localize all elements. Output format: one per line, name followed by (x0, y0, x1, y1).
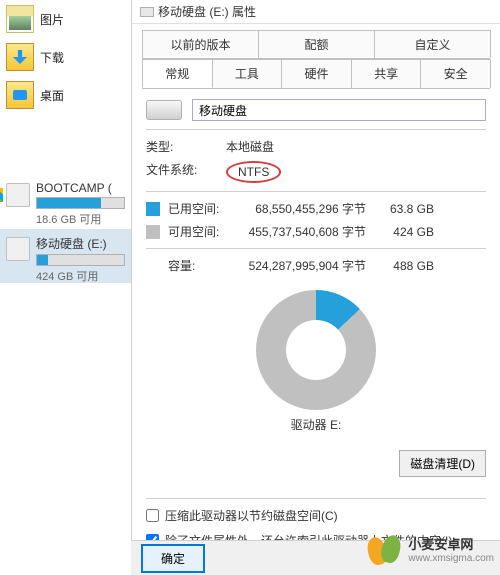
tabs-row-1: 以前的版本 配额 自定义 (142, 30, 490, 59)
watermark: 小麦安卓网 www.xmsigma.com (368, 533, 494, 569)
tab-security[interactable]: 安全 (420, 59, 491, 88)
divider (146, 498, 486, 499)
tab-customize[interactable]: 自定义 (374, 30, 491, 58)
drive-name: 移动硬盘 (E:) (36, 235, 125, 252)
value-free-gb: 424 GB (374, 225, 434, 239)
usage-bar (36, 197, 125, 209)
label-capacity: 容量: (168, 257, 228, 274)
drive-subtext: 18.6 GB 可用 (36, 211, 125, 227)
value-capacity-bytes: 524,287,995,904 字节 (236, 257, 366, 274)
ok-button[interactable]: 确定 (141, 544, 205, 573)
value-capacity-gb: 488 GB (374, 259, 434, 273)
sidebar-item-label: 桌面 (40, 87, 64, 104)
sidebar-item-pictures[interactable]: 图片 (0, 0, 131, 38)
tab-quota[interactable]: 配额 (258, 30, 375, 58)
drive-large-icon (146, 100, 182, 120)
disk-cleanup-button[interactable]: 磁盘清理(D) (399, 450, 486, 477)
drive-icon (6, 183, 30, 207)
drive-item-bootcamp[interactable]: BOOTCAMP ( 18.6 GB 可用 (0, 175, 131, 229)
drive-name-input[interactable] (192, 99, 486, 121)
sidebar-item-label: 下载 (40, 49, 64, 66)
watermark-url: www.xmsigma.com (408, 553, 494, 564)
dialog-titlebar: 移动硬盘 (E:) 属性 (132, 0, 500, 24)
drive-icon (140, 7, 154, 17)
dialog-title-text: 移动硬盘 (E:) 属性 (158, 3, 256, 20)
value-type: 本地磁盘 (226, 138, 274, 155)
properties-dialog: 移动硬盘 (E:) 属性 以前的版本 配额 自定义 常规 工具 硬件 共享 安全… (131, 0, 500, 540)
free-color-swatch (146, 225, 160, 239)
drive-name: BOOTCAMP ( (36, 181, 125, 195)
compress-label: 压缩此驱动器以节约磁盘空间(C) (165, 507, 338, 524)
drive-list: BOOTCAMP ( 18.6 GB 可用 移动硬盘 (E:) 424 GB 可… (0, 175, 131, 283)
tab-tools[interactable]: 工具 (212, 59, 283, 88)
sidebar-item-desktop[interactable]: 桌面 (0, 76, 131, 114)
watermark-logo-icon (368, 533, 404, 569)
drive-icon (6, 237, 30, 261)
label-used: 已用空间: (168, 200, 228, 217)
divider (146, 191, 486, 192)
tab-sharing[interactable]: 共享 (351, 59, 422, 88)
explorer-sidebar: 图片 下载 桌面 BOOTCAMP ( 18.6 GB 可用 移动硬盘 (E:)… (0, 0, 131, 575)
pie-caption: 驱动器 E: (146, 416, 486, 433)
drive-subtext: 424 GB 可用 (36, 268, 125, 284)
tab-general[interactable]: 常规 (142, 59, 213, 88)
sidebar-item-label: 图片 (40, 11, 64, 28)
usage-pie-chart (256, 290, 376, 410)
watermark-text: 小麦安卓网 (408, 538, 494, 552)
tab-previous-versions[interactable]: 以前的版本 (142, 30, 259, 58)
usage-bar (36, 254, 125, 266)
pictures-icon (6, 5, 34, 33)
value-used-gb: 63.8 GB (374, 202, 434, 216)
value-filesystem: NTFS (226, 161, 281, 183)
tabs-row-2: 常规 工具 硬件 共享 安全 (142, 59, 490, 89)
desktop-icon (6, 81, 34, 109)
sidebar-item-downloads[interactable]: 下载 (0, 38, 131, 76)
divider (146, 129, 486, 130)
value-free-bytes: 455,737,540,608 字节 (236, 223, 366, 240)
value-used-bytes: 68,550,455,296 字节 (236, 200, 366, 217)
compress-checkbox[interactable] (146, 509, 159, 522)
drive-item-removable[interactable]: 移动硬盘 (E:) 424 GB 可用 (0, 229, 131, 283)
used-color-swatch (146, 202, 160, 216)
label-free: 可用空间: (168, 223, 228, 240)
divider (146, 248, 486, 249)
label-type: 类型: (146, 138, 206, 155)
downloads-icon (6, 43, 34, 71)
label-filesystem: 文件系统: (146, 161, 206, 183)
tab-hardware[interactable]: 硬件 (281, 59, 352, 88)
